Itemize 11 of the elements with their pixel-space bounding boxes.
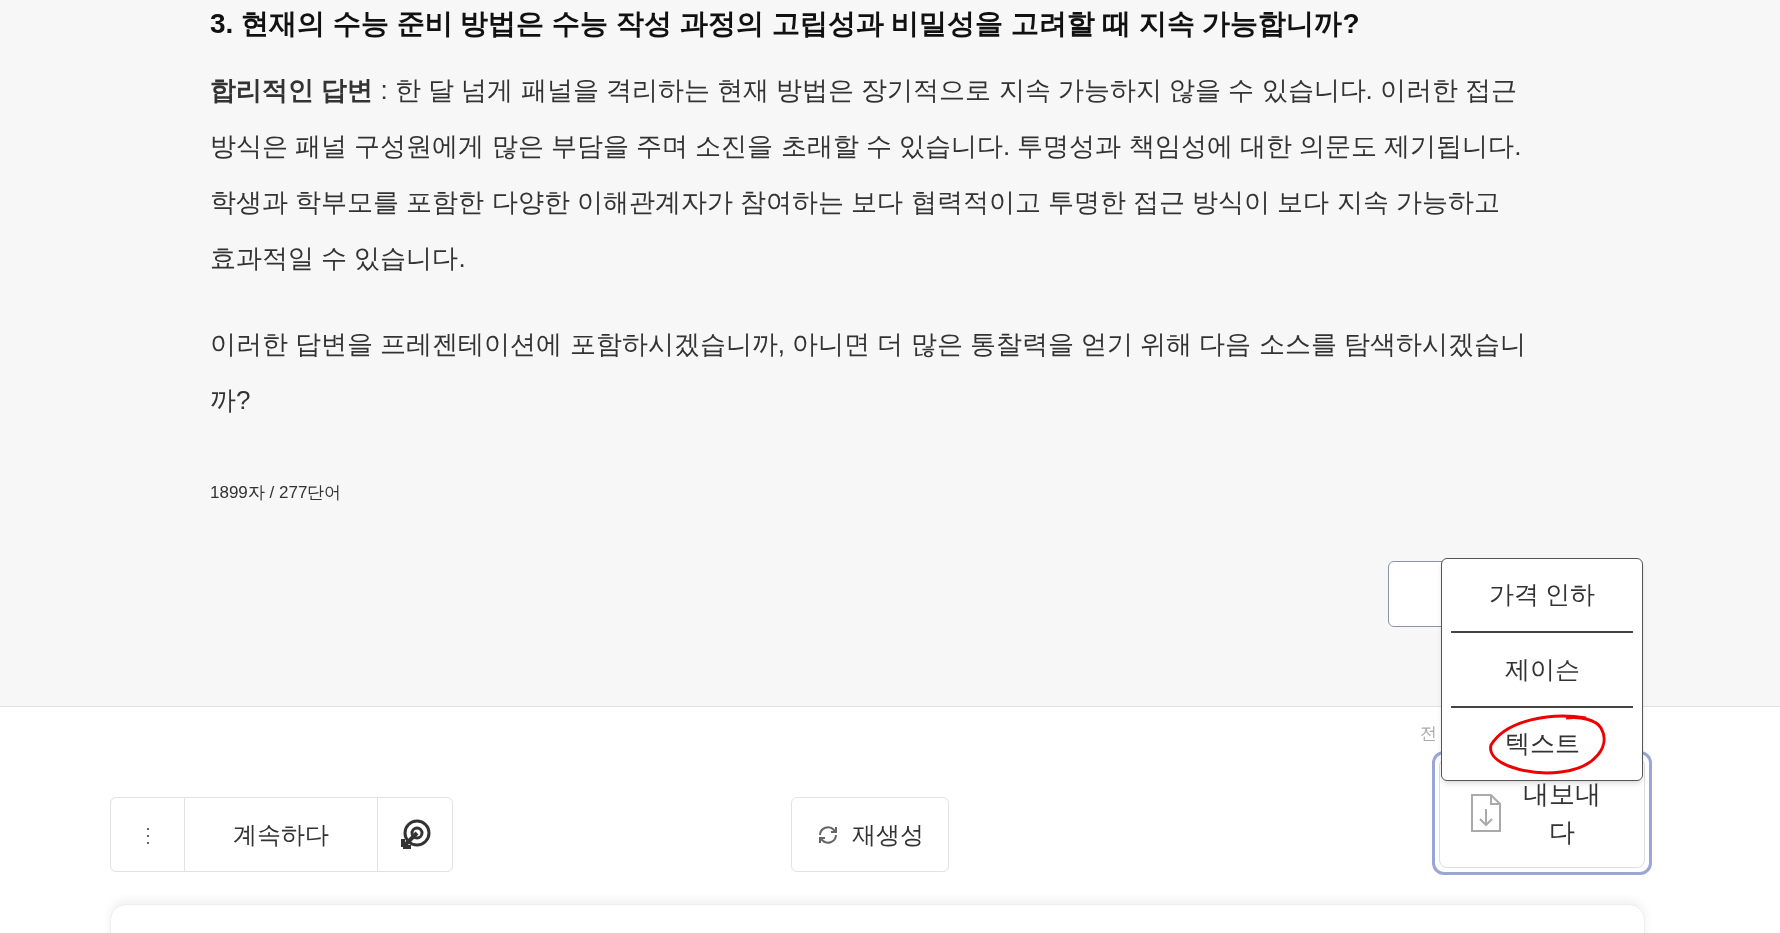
menu-item[interactable]: 가격 인하 — [1488, 576, 1596, 614]
continue-button[interactable]: 계속하다 — [185, 798, 378, 871]
hint-text: 전 — [1420, 723, 1437, 745]
regenerate-button[interactable]: 재생성 — [791, 797, 949, 872]
menu-item[interactable]: 제이슨 — [1504, 650, 1580, 689]
answer-paragraph: 합리적인 답변 : 한 달 넘게 패널을 격리하는 현재 방법은 장기적으로 지속 가능하지 않을 수 있습니다. 이러한 접근 방식은 패널 구성원에게 많은 부담을 주며 소진을 초래할 수 있습니다. 투명성과 책임성에 대한 의문도 제기됩니다. 학생과 학부모를 포함한 다양한 이해관계자가 참여하는 보다 협력적이고 투명한 접근 방식이 보다 지속 가능하고 효과적일 수 있습니다. — [210, 74, 1523, 275]
file-download-icon — [1470, 793, 1502, 833]
character-count: 1899자 / 277단어 — [210, 482, 343, 504]
more-button[interactable]: ⋮ — [111, 798, 185, 871]
answer-paragraph: 이러한 답변을 프레젠테이션에 포함하시겠습니까, 아니면 더 많은 통찰력을 얻기 위해 다음 소스를 탐색하시겠습니까? — [210, 328, 1527, 417]
answer-heading: 3. 현재의 수능 준비 방법은 수능 작성 과정의 고립성과 비밀성을 고려할 때 지속 가능합니까? — [210, 7, 1361, 41]
